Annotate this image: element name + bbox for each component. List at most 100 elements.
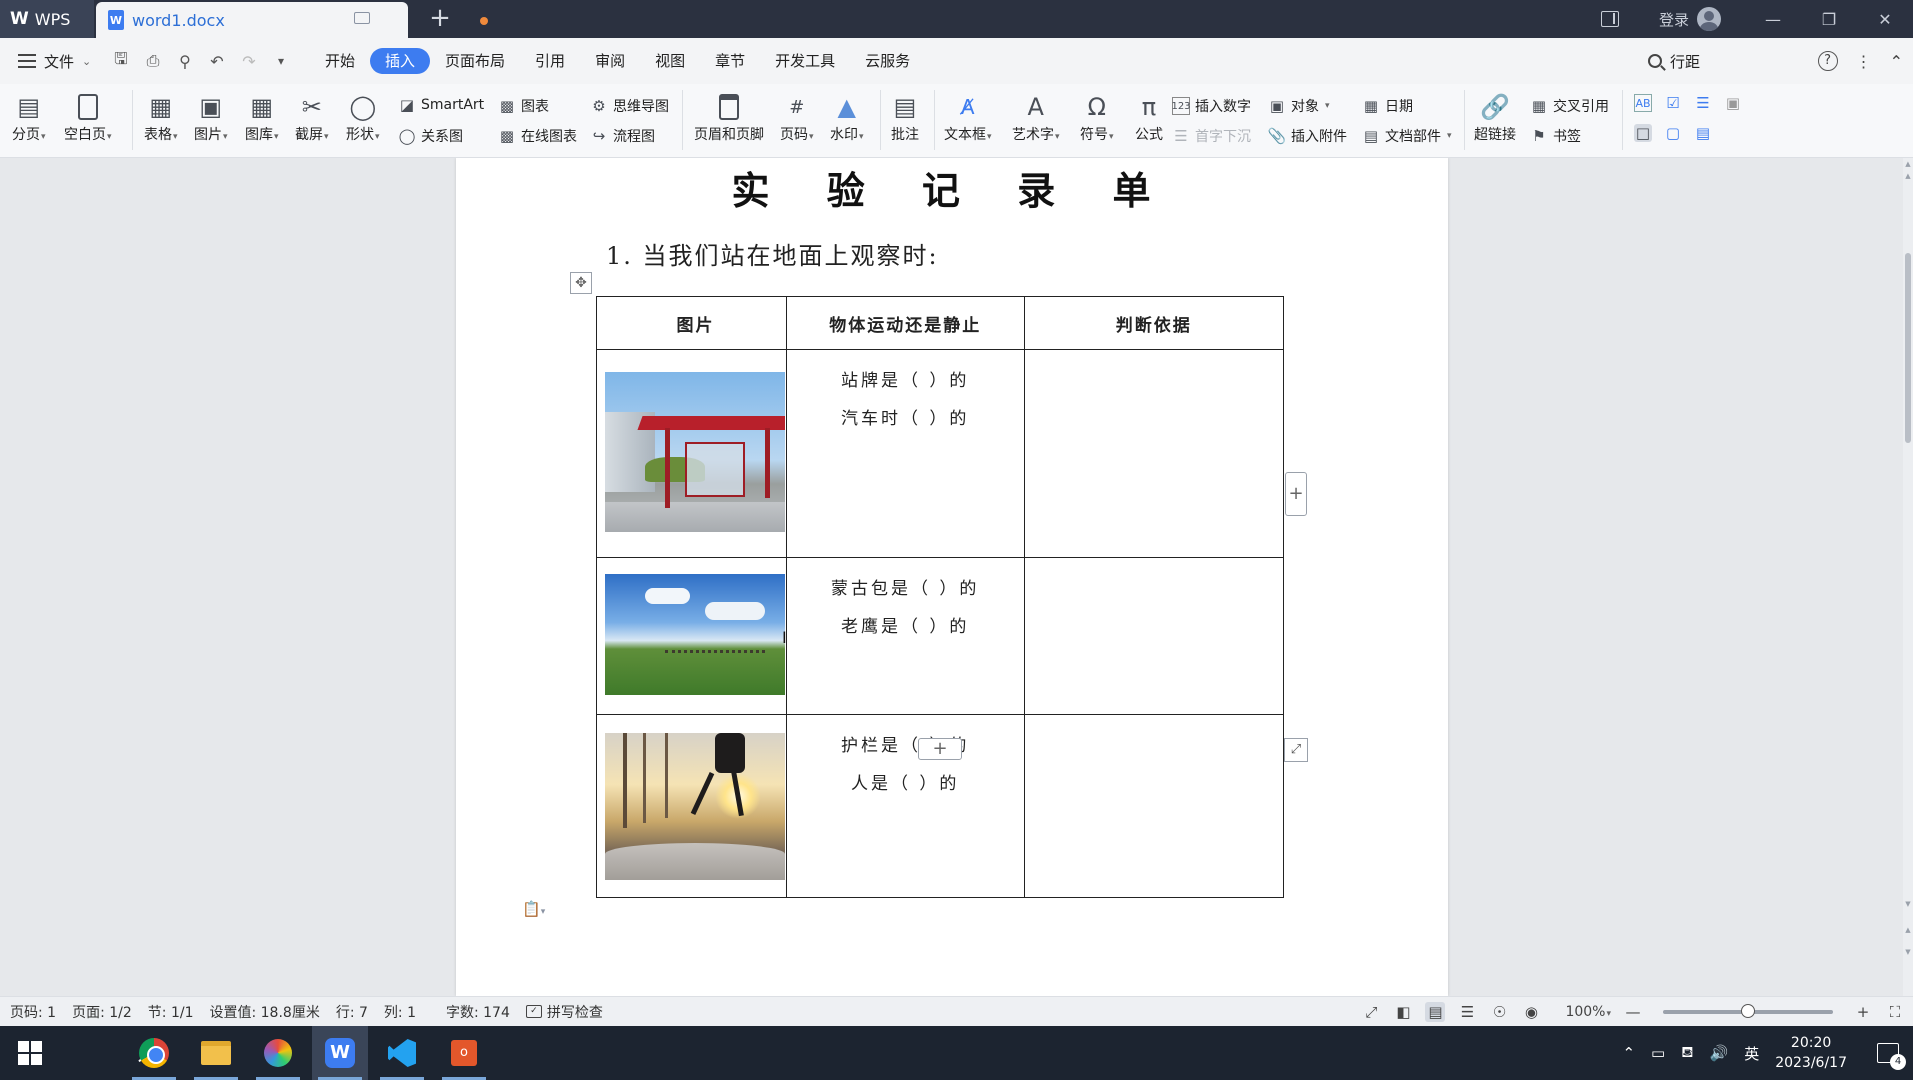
wps-home-tab[interactable]: W WPS (0, 0, 94, 38)
wifi-icon[interactable]: ⛾ (1681, 1043, 1693, 1063)
page-break-button[interactable]: ▤ 分页▾ (12, 92, 46, 144)
tab-cloud[interactable]: 云服务 (850, 48, 925, 74)
fullscreen-icon[interactable]: ⤢ (1361, 1002, 1381, 1022)
watermark-button[interactable]: ▲ 水印▾ (830, 92, 864, 144)
close-icon[interactable]: ✕ (1857, 10, 1913, 29)
design-mode-icon[interactable]: □ (1634, 124, 1652, 142)
frame-control-icon[interactable]: ▣ (1724, 94, 1742, 112)
column-status[interactable]: 列: 1 (384, 1002, 416, 1022)
web-view-icon[interactable]: ☉ (1489, 1002, 1509, 1022)
basis-cell[interactable] (1023, 349, 1284, 558)
taskbar-search-button[interactable] (62, 1026, 158, 1080)
picture-cell[interactable] (596, 349, 787, 558)
volume-icon[interactable]: 🔊 (1710, 1044, 1729, 1062)
page-code-status[interactable]: 页码: 1 (10, 1002, 56, 1022)
object-button[interactable]: ▣ 对象 ▾ (1268, 96, 1330, 116)
explorer-taskbar-button[interactable] (188, 1026, 244, 1080)
document-page[interactable]: 实 验 记 录 单 1. 当我们站在地面上观察时: ✥ 图片 物体运动还是静止 … (456, 158, 1448, 996)
view-code-icon[interactable]: ▤ (1694, 124, 1712, 142)
undo-icon[interactable]: ↶ (208, 52, 226, 71)
reading-mode-icon[interactable] (1600, 11, 1619, 27)
checkbox-control-icon[interactable]: ☑ (1664, 94, 1682, 112)
shapes-button[interactable]: ◯ 形状▾ (346, 92, 380, 144)
scroll-up-icon[interactable]: ▲ (1904, 172, 1912, 180)
tab-section[interactable]: 章节 (700, 48, 760, 74)
textbox-button[interactable]: A̸ 文本框▾ (944, 92, 992, 144)
scroll-down-icon[interactable]: ▼ (1904, 900, 1912, 908)
picture-cell[interactable] (596, 714, 787, 898)
zoom-in-icon[interactable]: + (1853, 1002, 1873, 1022)
zoom-slider[interactable] (1663, 1004, 1833, 1018)
command-search[interactable]: 行距 (1648, 46, 1818, 76)
zoom-slider-knob[interactable] (1741, 1004, 1755, 1018)
scrollbar-thumb[interactable] (1905, 253, 1911, 443)
bookmark-button[interactable]: ⚑ 书签 (1530, 126, 1581, 146)
save-icon[interactable]: 🖫 (112, 48, 130, 75)
new-tab-button[interactable]: + (425, 4, 455, 34)
wordart-button[interactable]: A 艺术字▾ (1012, 92, 1060, 144)
setting-status[interactable]: 设置值: 18.8厘米 (209, 1002, 319, 1022)
restore-icon[interactable]: ❐ (1801, 10, 1857, 29)
attachment-button[interactable]: 📎 插入附件 (1268, 126, 1347, 146)
header-footer-button[interactable]: 页眉和页脚 (694, 92, 764, 144)
vertical-scrollbar[interactable]: ▲ ▲ ▼ ▲ ▼ (1903, 158, 1913, 996)
smartart-button[interactable]: ◪ SmartArt (398, 96, 484, 114)
chrome-taskbar-button[interactable] (126, 1026, 182, 1080)
tab-insert[interactable]: 插入 (370, 48, 431, 74)
record-table[interactable]: 图片 物体运动还是静止 判断依据 站牌是（ ）的 汽车时（ ）的 蒙古包是（ ）… (596, 296, 1284, 898)
paste-options-icon[interactable]: 📋▾ (522, 900, 552, 920)
section-status[interactable]: 节: 1/1 (148, 1002, 194, 1022)
battery-icon[interactable]: ▭ (1651, 1044, 1665, 1062)
mindmap-button[interactable]: ⚙ 思维导图 (590, 96, 669, 116)
grassland-photo[interactable] (605, 574, 785, 695)
tab-page-layout[interactable]: 页面布局 (430, 48, 520, 74)
taskbar-clock[interactable]: 20:20 2023/6/17 (1775, 1033, 1847, 1073)
tray-expand-icon[interactable]: ⌃ (1622, 1044, 1635, 1062)
table-button[interactable]: ▦ 表格▾ (144, 92, 178, 144)
chart-button[interactable]: ▩ 图表 (498, 96, 549, 116)
tab-view[interactable]: 视图 (640, 48, 700, 74)
minimize-icon[interactable]: — (1745, 10, 1801, 29)
notification-center-icon[interactable]: 4 (1877, 1043, 1906, 1070)
customize-icon[interactable]: ▾ (272, 54, 290, 68)
relation-chart-button[interactable]: ◯ 关系图 (398, 126, 463, 146)
collapse-ribbon-icon[interactable]: ⌃ (1890, 52, 1903, 71)
drop-cap-button[interactable]: ☰ 首字下沉 (1172, 126, 1251, 146)
presentation-taskbar-button[interactable]: o (436, 1026, 492, 1080)
print-icon[interactable]: ⎙ (144, 51, 162, 71)
online-chart-button[interactable]: ▩ 在线图表 (498, 126, 577, 146)
monitor-icon[interactable] (354, 12, 370, 24)
add-column-button[interactable]: + (1285, 472, 1307, 516)
line-status[interactable]: 行: 7 (336, 1002, 368, 1022)
picture-button[interactable]: ▣ 图片▾ (194, 92, 228, 144)
ime-indicator[interactable]: 英 (1744, 1043, 1759, 1064)
fit-page-icon[interactable]: ⛶ (1885, 1002, 1905, 1022)
symbol-button[interactable]: Ω 符号▾ (1080, 92, 1114, 144)
gallery-button[interactable]: ▦ 图库▾ (245, 92, 279, 144)
outline-view-icon[interactable]: ☰ (1457, 1002, 1477, 1022)
zoom-level[interactable]: 100%▾ (1565, 1004, 1611, 1020)
properties-icon[interactable]: ▢ (1664, 124, 1682, 142)
tab-developer[interactable]: 开发工具 (760, 48, 850, 74)
picture-cell[interactable] (596, 557, 787, 715)
table-resize-icon[interactable]: ⤢ (1284, 738, 1308, 762)
paint-taskbar-button[interactable] (250, 1026, 306, 1080)
spell-check-button[interactable]: ✓ 拼写检查 (525, 1002, 603, 1022)
scroll-up-icon[interactable]: ▲ (1904, 160, 1912, 168)
prev-page-icon[interactable]: ▲ (1904, 926, 1912, 934)
word-count-status[interactable]: 字数: 174 (446, 1002, 510, 1022)
login-button[interactable]: 登录 (1659, 7, 1721, 31)
basis-cell[interactable] (1023, 714, 1284, 898)
tab-home[interactable]: 开始 (310, 48, 370, 74)
next-page-icon[interactable]: ▼ (1904, 948, 1912, 956)
document-tab[interactable]: W word1.docx (96, 2, 488, 38)
basis-cell[interactable] (1023, 557, 1284, 715)
runner-photo[interactable] (605, 733, 785, 880)
more-icon[interactable]: ⋮ (1856, 52, 1872, 71)
read-view-icon[interactable]: ◧ (1393, 1002, 1413, 1022)
comment-button[interactable]: ▤ 批注 (890, 92, 920, 144)
list-control-icon[interactable]: ☰ (1694, 94, 1712, 112)
motion-cell[interactable]: 蒙古包是（ ）的 老鹰是（ ）的 (785, 557, 1025, 715)
file-menu-button[interactable]: 文件 ⌄ (0, 51, 104, 72)
screenshot-button[interactable]: ✂ 截屏▾ (295, 92, 329, 144)
